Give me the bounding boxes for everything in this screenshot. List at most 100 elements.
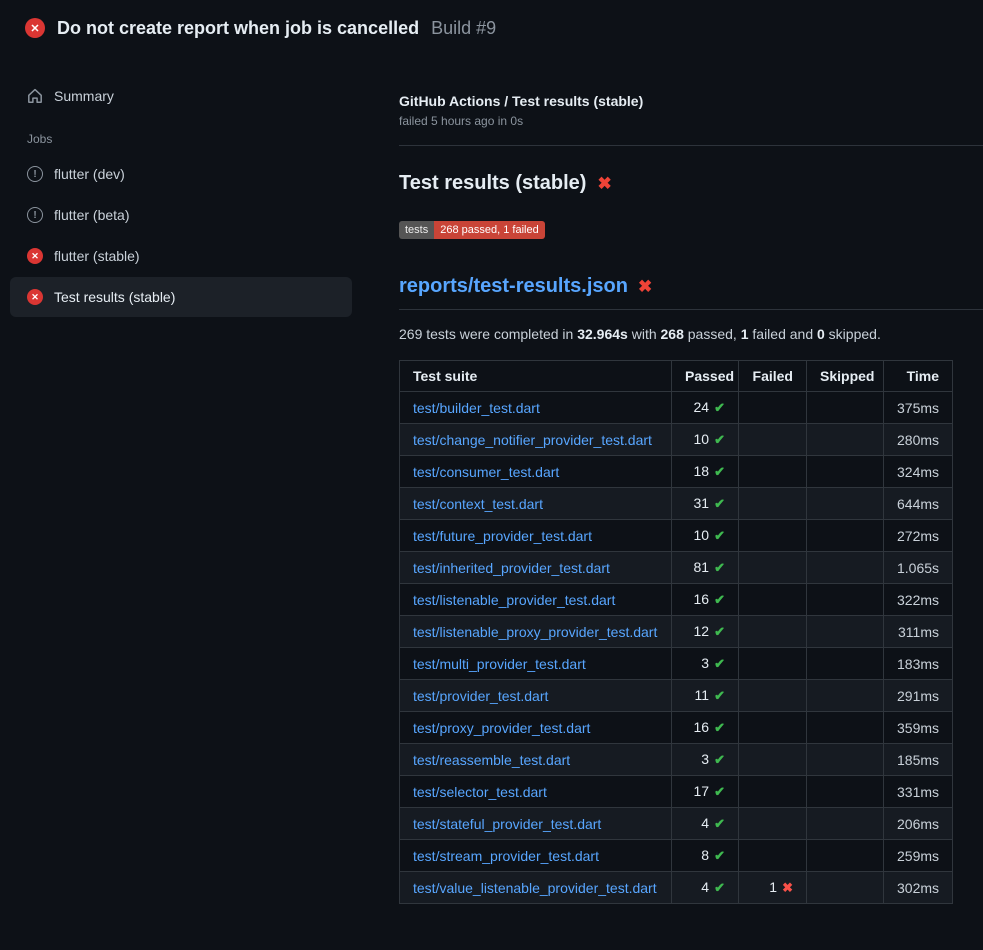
suite-link[interactable]: test/change_notifier_provider_test.dart <box>413 432 652 448</box>
suite-link[interactable]: test/value_listenable_provider_test.dart <box>413 880 657 896</box>
passed-cell: 12✔ <box>672 616 739 648</box>
suite-link[interactable]: test/provider_test.dart <box>413 688 548 704</box>
failed-cell <box>739 808 807 840</box>
passed-cell: 81✔ <box>672 552 739 584</box>
skipped-cell <box>807 840 884 872</box>
skipped-cell <box>807 456 884 488</box>
check-icon: ✔ <box>714 528 725 543</box>
suite-cell: test/selector_test.dart <box>400 776 672 808</box>
cross-icon: ✖ <box>782 880 793 895</box>
suite-link[interactable]: test/selector_test.dart <box>413 784 547 800</box>
suite-cell: test/provider_test.dart <box>400 680 672 712</box>
table-row: test/selector_test.dart17✔331ms <box>400 776 953 808</box>
suite-link[interactable]: test/reassemble_test.dart <box>413 752 570 768</box>
job-label: flutter (dev) <box>54 166 125 182</box>
failed-cell <box>739 584 807 616</box>
column-header: Time <box>884 361 953 392</box>
table-row: test/multi_provider_test.dart3✔183ms <box>400 648 953 680</box>
time-cell: 331ms <box>884 776 953 808</box>
suite-link[interactable]: test/builder_test.dart <box>413 400 540 416</box>
suite-link[interactable]: test/consumer_test.dart <box>413 464 559 480</box>
passed-cell: 8✔ <box>672 840 739 872</box>
neutral-status-icon: ! <box>27 207 43 223</box>
skipped-cell <box>807 488 884 520</box>
table-body: test/builder_test.dart24✔375mstest/chang… <box>400 392 953 904</box>
time-cell: 291ms <box>884 680 953 712</box>
badge-label: tests <box>399 221 434 239</box>
check-icon: ✔ <box>714 464 725 479</box>
suite-cell: test/stream_provider_test.dart <box>400 840 672 872</box>
table-row: test/context_test.dart31✔644ms <box>400 488 953 520</box>
failed-cell <box>739 552 807 584</box>
column-header: Passed <box>672 361 739 392</box>
suite-link[interactable]: test/stateful_provider_test.dart <box>413 816 601 832</box>
passed-cell: 10✔ <box>672 424 739 456</box>
table-header-row: Test suitePassedFailedSkippedTime <box>400 361 953 392</box>
time-cell: 359ms <box>884 712 953 744</box>
failed-cell <box>739 392 807 424</box>
suite-cell: test/change_notifier_provider_test.dart <box>400 424 672 456</box>
home-icon <box>27 88 43 104</box>
sidebar-job-item[interactable]: ! flutter (dev) <box>10 154 352 194</box>
table-row: test/change_notifier_provider_test.dart 1… <box>400 424 953 456</box>
suite-link[interactable]: test/multi_provider_test.dart <box>413 656 586 672</box>
skipped-cell <box>807 424 884 456</box>
report-link[interactable]: reports/test-results.json <box>399 275 628 298</box>
failed-cell: 1✖ <box>739 872 807 904</box>
failed-cell <box>739 520 807 552</box>
check-icon: ✔ <box>714 432 725 447</box>
check-icon: ✔ <box>714 496 725 511</box>
failed-cell <box>739 648 807 680</box>
failed-cell <box>739 424 807 456</box>
time-cell: 185ms <box>884 744 953 776</box>
passed-cell: 16✔ <box>672 584 739 616</box>
suite-cell: test/listenable_proxy_provider_test.dart <box>400 616 672 648</box>
suite-link[interactable]: test/stream_provider_test.dart <box>413 848 599 864</box>
build-number: Build #9 <box>431 18 496 39</box>
skipped-cell <box>807 776 884 808</box>
report-heading: reports/test-results.json ✖ <box>399 275 983 310</box>
suite-link[interactable]: test/listenable_provider_test.dart <box>413 592 615 608</box>
time-cell: 302ms <box>884 872 953 904</box>
sidebar-job-item[interactable]: ✕flutter (stable) <box>10 236 352 276</box>
summary-duration: 32.964s <box>577 326 628 342</box>
time-cell: 375ms <box>884 392 953 424</box>
sidebar-job-item[interactable]: ✕Test results (stable) <box>10 277 352 317</box>
jobs-section-label: Jobs <box>27 132 390 146</box>
suite-cell: test/multi_provider_test.dart <box>400 648 672 680</box>
sidebar-job-item[interactable]: !flutter (beta) <box>10 195 352 235</box>
main-content: GitHub Actions / Test results (stable) f… <box>390 56 983 904</box>
section-heading: Test results (stable) ✖ <box>399 172 983 195</box>
passed-cell: 4✔ <box>672 872 739 904</box>
table-row: test/consumer_test.dart 18✔ 324ms <box>400 456 953 488</box>
skipped-cell <box>807 744 884 776</box>
suite-link[interactable]: test/listenable_proxy_provider_test.dart <box>413 624 657 640</box>
neutral-status-icon: ! <box>27 166 43 182</box>
suite-link[interactable]: test/inherited_provider_test.dart <box>413 560 610 576</box>
suite-link[interactable]: test/context_test.dart <box>413 496 543 512</box>
skipped-cell <box>807 392 884 424</box>
time-cell: 280ms <box>884 424 953 456</box>
check-icon: ✔ <box>714 880 725 895</box>
header: ✕ Do not create report when job is cance… <box>0 0 983 56</box>
suite-cell: test/stateful_provider_test.dart <box>400 808 672 840</box>
failed-cell <box>739 488 807 520</box>
job-label: Test results (stable) <box>54 289 175 305</box>
failed-cell <box>739 680 807 712</box>
suite-link[interactable]: test/proxy_provider_test.dart <box>413 720 590 736</box>
failed-cell <box>739 840 807 872</box>
time-cell: 324ms <box>884 456 953 488</box>
check-icon: ✔ <box>714 688 725 703</box>
check-icon: ✔ <box>714 624 725 639</box>
table-row: test/value_listenable_provider_test.dart… <box>400 872 953 904</box>
failed-cell <box>739 712 807 744</box>
check-icon: ✔ <box>714 720 725 735</box>
sidebar-item-summary[interactable]: Summary <box>10 76 352 116</box>
check-icon: ✔ <box>714 592 725 607</box>
failed-cross-icon: ✖ <box>597 175 611 192</box>
skipped-cell <box>807 680 884 712</box>
passed-cell: 18✔ <box>672 456 739 488</box>
suite-link[interactable]: test/future_provider_test.dart <box>413 528 592 544</box>
check-icon: ✔ <box>714 656 725 671</box>
time-cell: 259ms <box>884 840 953 872</box>
